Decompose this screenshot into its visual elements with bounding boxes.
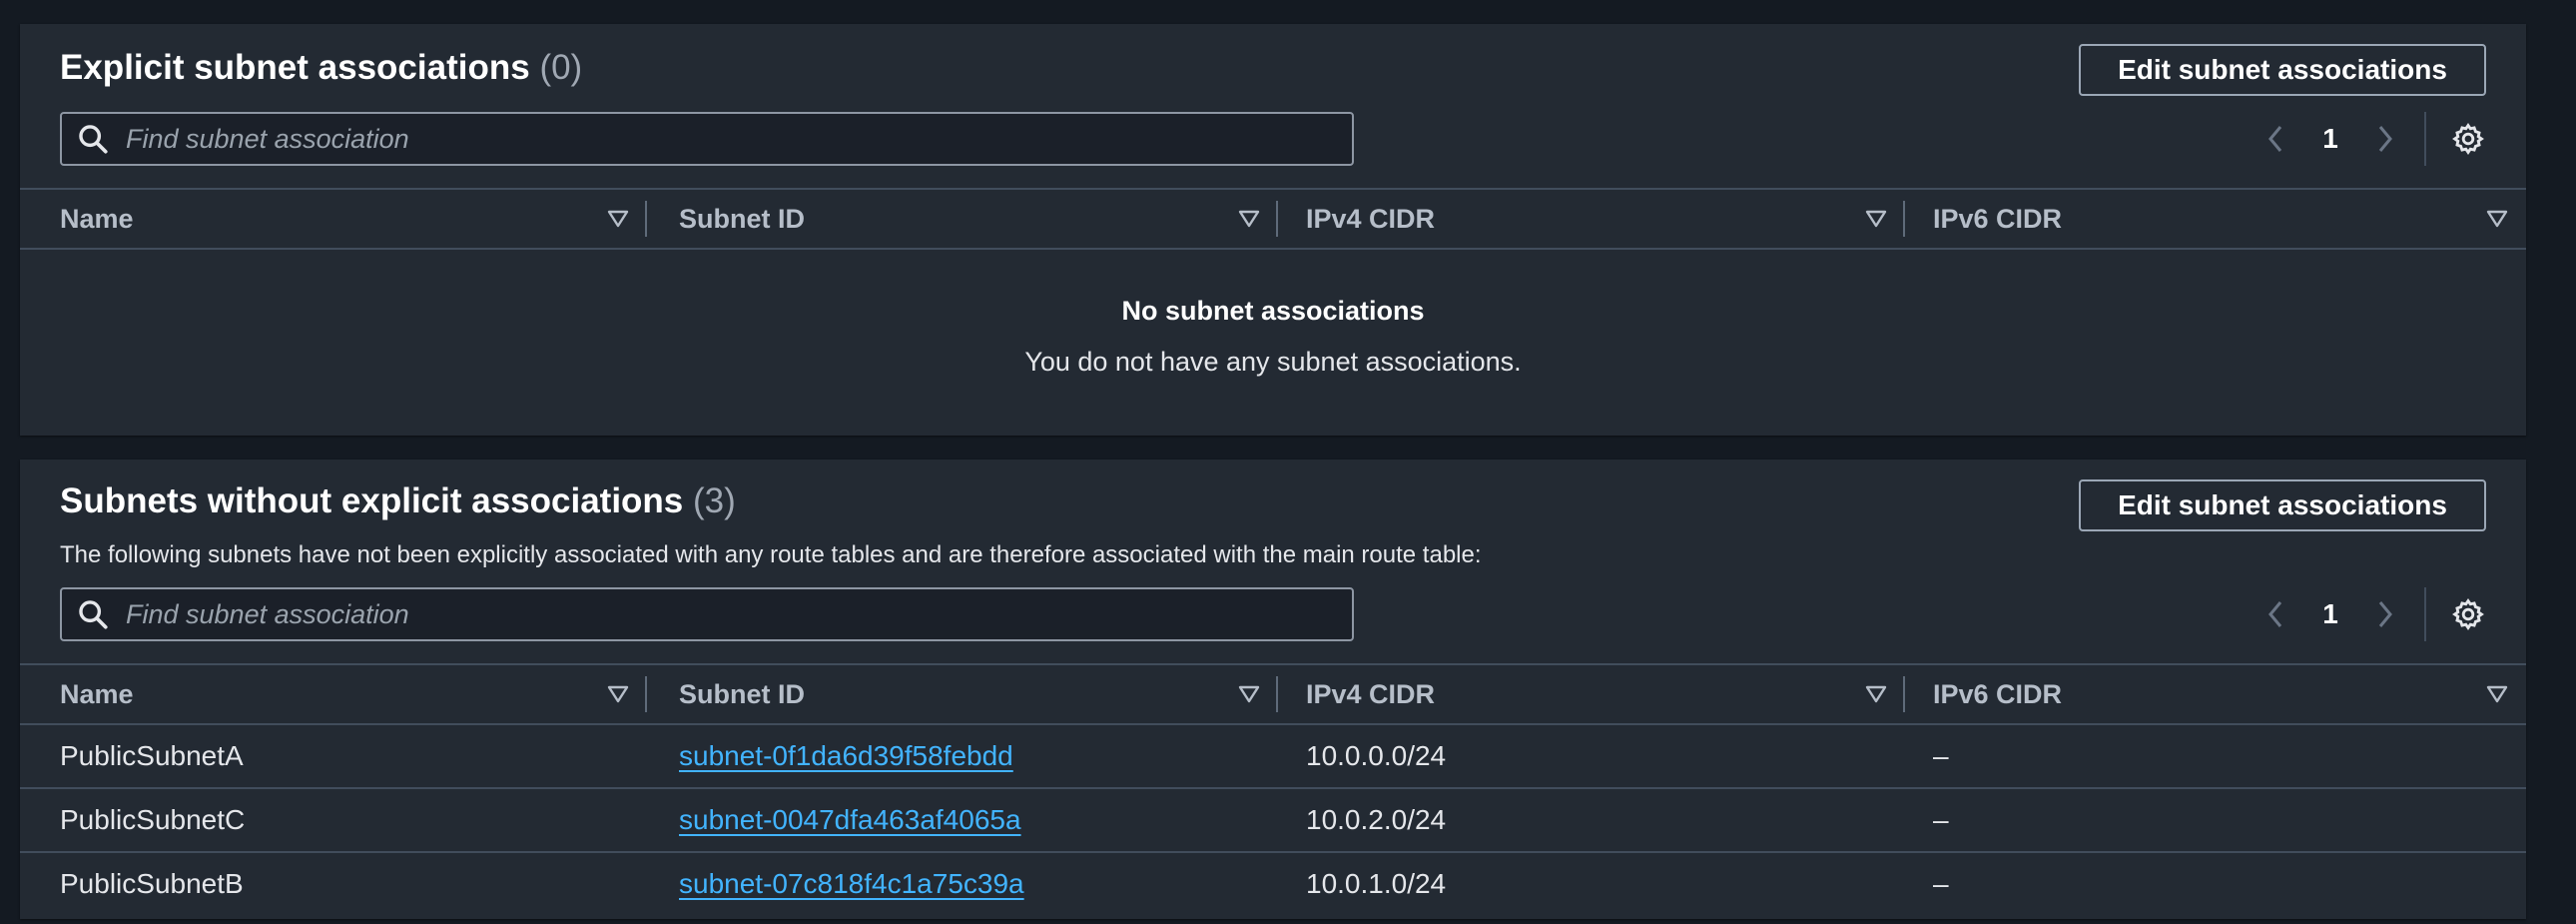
cell-subnet-id: subnet-0f1da6d39f58febdd: [679, 725, 1013, 787]
column-header-label: IPv6 CIDR: [1933, 678, 2063, 709]
chevron-right-icon: [2378, 126, 2392, 152]
cell-ipv6-cidr: –: [1933, 740, 1949, 771]
subnet-id-link[interactable]: subnet-0047dfa463af4065a: [679, 804, 1021, 836]
panel-title-text: Explicit subnet associations: [60, 48, 530, 87]
search-field[interactable]: [60, 112, 1354, 166]
column-header-label: Subnet ID: [679, 203, 805, 234]
search-input[interactable]: [124, 597, 1352, 631]
preferences-button[interactable]: [2450, 596, 2486, 632]
empty-state-title: No subnet associations: [1121, 296, 1425, 326]
table-row[interactable]: PublicSubnetC subnet-0047dfa463af4065a 1…: [20, 789, 2526, 853]
table-header: Name Subnet ID IPv4 CIDR IPv6 CIDR: [20, 188, 2526, 250]
column-divider[interactable]: [1903, 201, 1905, 237]
cell-name: PublicSubnetC: [60, 804, 246, 835]
cell-subnet-id: subnet-07c818f4c1a75c39a: [679, 853, 1024, 915]
cell-ipv6-cidr: –: [1933, 868, 1949, 899]
implicit-associations-title: Subnets without explicit associations (3…: [60, 481, 736, 521]
sort-triangle-icon[interactable]: [1865, 684, 1887, 704]
subnet-id-link[interactable]: subnet-0f1da6d39f58febdd: [679, 740, 1013, 772]
cell-ipv4-cidr: 10.0.0.0/24: [1306, 740, 1447, 771]
sort-triangle-icon[interactable]: [607, 684, 629, 704]
column-divider[interactable]: [1903, 676, 1905, 712]
column-header-label: Name: [60, 203, 134, 234]
cell-ipv4-cidr: 10.0.2.0/24: [1306, 804, 1447, 835]
sort-triangle-icon[interactable]: [2486, 209, 2508, 229]
subnets-without-explicit-associations-panel: Subnets without explicit associations (3…: [20, 460, 2526, 919]
column-divider[interactable]: [645, 201, 647, 237]
sort-triangle-icon[interactable]: [2486, 684, 2508, 704]
explicit-subnet-associations-panel: Explicit subnet associations (0) Edit su…: [20, 24, 2526, 436]
next-page-button[interactable]: [2370, 599, 2400, 629]
sort-triangle-icon[interactable]: [1238, 209, 1260, 229]
pagination: 1: [2260, 112, 2486, 166]
current-page-number[interactable]: 1: [2290, 598, 2370, 630]
subnet-id-link[interactable]: subnet-07c818f4c1a75c39a: [679, 868, 1024, 900]
preferences-button[interactable]: [2450, 121, 2486, 157]
table-row[interactable]: PublicSubnetA subnet-0f1da6d39f58febdd 1…: [20, 725, 2526, 789]
sort-triangle-icon[interactable]: [607, 209, 629, 229]
empty-state: No subnet associations You do not have a…: [20, 296, 2526, 378]
search-field[interactable]: [60, 587, 1354, 641]
panel-title-count: (0): [539, 48, 583, 87]
previous-page-button[interactable]: [2260, 599, 2290, 629]
gear-icon: [2452, 598, 2484, 630]
cell-name: PublicSubnetB: [60, 868, 244, 899]
cell-name: PublicSubnetA: [60, 740, 244, 771]
sort-triangle-icon[interactable]: [1238, 684, 1260, 704]
current-page-number[interactable]: 1: [2290, 123, 2370, 155]
column-header-label: Name: [60, 678, 134, 709]
column-header-subnet-id[interactable]: Subnet ID: [679, 665, 1278, 723]
column-header-ipv6-cidr[interactable]: IPv6 CIDR: [1933, 190, 2516, 248]
column-divider[interactable]: [1276, 201, 1278, 237]
cell-ipv6-cidr: –: [1933, 804, 1949, 835]
chevron-right-icon: [2378, 601, 2392, 627]
column-header-ipv4-cidr[interactable]: IPv4 CIDR: [1306, 190, 1905, 248]
column-header-name[interactable]: Name: [60, 665, 647, 723]
search-icon: [79, 125, 108, 154]
column-header-name[interactable]: Name: [60, 190, 647, 248]
next-page-button[interactable]: [2370, 124, 2400, 154]
column-divider[interactable]: [645, 676, 647, 712]
search-icon: [79, 600, 108, 629]
explicit-associations-title: Explicit subnet associations (0): [60, 48, 582, 88]
edit-subnet-associations-button[interactable]: Edit subnet associations: [2079, 479, 2486, 531]
panel-description: The following subnets have not been expl…: [60, 541, 1482, 568]
pager-divider: [2424, 587, 2426, 641]
chevron-left-icon: [2268, 126, 2282, 152]
pagination: 1: [2260, 587, 2486, 641]
chevron-left-icon: [2268, 601, 2282, 627]
cell-subnet-id: subnet-0047dfa463af4065a: [679, 789, 1021, 851]
previous-page-button[interactable]: [2260, 124, 2290, 154]
table-row[interactable]: PublicSubnetB subnet-07c818f4c1a75c39a 1…: [20, 853, 2526, 917]
gear-icon: [2452, 123, 2484, 155]
column-header-label: Subnet ID: [679, 678, 805, 709]
column-divider[interactable]: [1276, 676, 1278, 712]
search-input[interactable]: [124, 122, 1352, 156]
column-header-label: IPv4 CIDR: [1306, 678, 1436, 709]
column-header-subnet-id[interactable]: Subnet ID: [679, 190, 1278, 248]
table-header: Name Subnet ID IPv4 CIDR IPv6 CIDR: [20, 663, 2526, 725]
column-header-ipv4-cidr[interactable]: IPv4 CIDR: [1306, 665, 1905, 723]
edit-subnet-associations-button[interactable]: Edit subnet associations: [2079, 44, 2486, 96]
column-header-label: IPv4 CIDR: [1306, 203, 1436, 234]
sort-triangle-icon[interactable]: [1865, 209, 1887, 229]
pager-divider: [2424, 112, 2426, 166]
empty-state-message: You do not have any subnet associations.: [1024, 347, 1522, 377]
column-header-label: IPv6 CIDR: [1933, 203, 2063, 234]
cell-ipv4-cidr: 10.0.1.0/24: [1306, 868, 1447, 899]
panel-title-count: (3): [693, 481, 736, 520]
panel-title-text: Subnets without explicit associations: [60, 481, 684, 520]
column-header-ipv6-cidr[interactable]: IPv6 CIDR: [1933, 665, 2516, 723]
